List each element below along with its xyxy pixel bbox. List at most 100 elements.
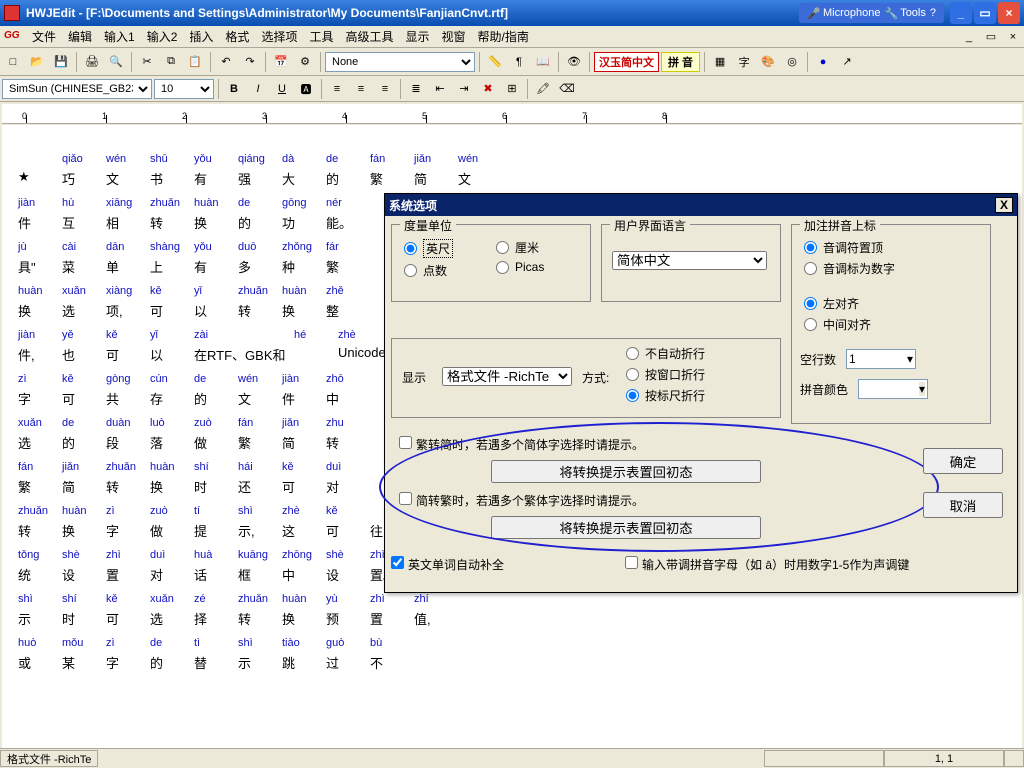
reset-table1-button[interactable]: 将转换提示表置回初态 (491, 460, 761, 483)
save-icon[interactable]: 💾 (50, 51, 72, 73)
radio-align-left[interactable] (804, 297, 817, 310)
doc-cell[interactable]: duì对 (326, 461, 370, 505)
doc-cell[interactable]: fán繁 (18, 461, 62, 505)
italic-icon[interactable]: I (247, 78, 269, 100)
check-fan-to-jian[interactable] (399, 436, 412, 449)
tools-icon[interactable]: 🔧 Tools (884, 7, 925, 20)
menu-选择项[interactable]: 选择项 (255, 27, 303, 47)
undo-icon[interactable]: ↶ (215, 51, 237, 73)
menu-插入[interactable]: 插入 (183, 27, 219, 47)
doc-cell[interactable]: zuò做 (150, 505, 194, 549)
doc-cell[interactable]: huà话 (194, 549, 238, 593)
doc-cell[interactable]: zhuǎn转 (238, 285, 282, 329)
doc-cell[interactable]: zhuǎn转 (18, 505, 62, 549)
menu-显示[interactable]: 显示 (399, 27, 435, 47)
cancel-button[interactable]: 取消 (923, 492, 1003, 518)
radio-align-center[interactable] (804, 318, 817, 331)
doc-cell[interactable]: yǐ以 (150, 329, 194, 373)
doc-cell[interactable]: huàn换 (282, 593, 326, 637)
reset-table2-button[interactable]: 将转换提示表置回初态 (491, 516, 761, 539)
grid-icon[interactable]: ▦ (709, 51, 731, 73)
doc-cell[interactable]: kě可 (62, 373, 106, 417)
doc-cell[interactable]: de的 (150, 637, 194, 681)
radio-pt[interactable] (404, 264, 417, 277)
radio-tone-num[interactable] (804, 262, 817, 275)
doc-cell[interactable]: xuǎn选 (150, 593, 194, 637)
align-left-icon[interactable]: ≡ (326, 78, 348, 100)
doc-cell[interactable]: huàn换 (62, 505, 106, 549)
menu-帮助/指南[interactable]: 帮助/指南 (472, 27, 535, 47)
doc-cell[interactable]: tì替 (194, 637, 238, 681)
doc-cell[interactable]: tiào跳 (282, 637, 326, 681)
circle-icon[interactable]: ● (812, 51, 834, 73)
display-select[interactable]: 格式文件 -RichTe (442, 367, 572, 386)
doc-cell[interactable]: de的 (238, 197, 282, 241)
dialog-titlebar[interactable]: 系统选项 X (385, 194, 1017, 216)
doc-cell[interactable]: zhì置 (106, 549, 150, 593)
doc-cell[interactable]: yě也 (62, 329, 106, 373)
color-icon[interactable]: 🎨 (757, 51, 779, 73)
menu-编辑[interactable]: 编辑 (62, 27, 98, 47)
ok-button[interactable]: 确定 (923, 448, 1003, 474)
doc-cell[interactable]: shí时 (194, 461, 238, 505)
cut-icon[interactable]: ✂ (136, 51, 158, 73)
date-icon[interactable]: 📅 (270, 51, 292, 73)
doc-cell[interactable]: guò过 (326, 637, 370, 681)
pointer-icon[interactable]: ↗ (836, 51, 858, 73)
doc-cell[interactable]: zhí值, (414, 593, 458, 637)
highlight-icon[interactable]: 🖍 (532, 78, 554, 100)
doc-cell[interactable]: fár繁 (326, 241, 370, 285)
doc-cell[interactable]: zhè这 (282, 505, 326, 549)
doc-cell[interactable]: zhōng中 (282, 549, 326, 593)
open-icon[interactable]: 📂 (26, 51, 48, 73)
doc-cell[interactable]: xuǎn选 (18, 417, 62, 461)
doc-cell[interactable]: huò或 (18, 637, 62, 681)
doc-cell[interactable]: ★ (18, 153, 62, 197)
align-center-icon[interactable]: ≡ (350, 78, 372, 100)
radio-nowrap[interactable] (626, 347, 639, 360)
print-icon[interactable]: 🖨 (81, 51, 103, 73)
help-icon[interactable]: ? (930, 7, 936, 19)
doc-cell[interactable]: zhu转 (326, 417, 370, 461)
menu-工具[interactable]: 工具 (303, 27, 339, 47)
check-eng-auto[interactable] (391, 556, 404, 569)
doc-cell[interactable]: kě可 (282, 461, 326, 505)
doc-cell[interactable]: kě可 (326, 505, 370, 549)
doc-cell[interactable]: shí时 (62, 593, 106, 637)
hanzi-mode-button[interactable]: 汉玉简中文 (594, 52, 659, 72)
doc-cell[interactable]: zài在RTF、GBK和 (194, 329, 294, 373)
doc-cell[interactable]: fán繁 (370, 153, 414, 197)
language-bar[interactable]: 🎤 Microphone 🔧 Tools ? (799, 3, 944, 23)
merge-icon[interactable]: ⊞ (501, 78, 523, 100)
menu-高级工具[interactable]: 高级工具 (339, 27, 399, 47)
doc-cell[interactable]: cún存 (150, 373, 194, 417)
radio-rulerwrap[interactable] (626, 389, 639, 402)
doc-cell[interactable]: tǒng统 (18, 549, 62, 593)
doc-cell[interactable]: yù预 (326, 593, 370, 637)
char-icon[interactable]: 字 (733, 51, 755, 73)
doc-cell[interactable]: qiǎo巧 (62, 153, 106, 197)
menu-输入1[interactable]: 输入1 (98, 27, 141, 47)
doc-cell[interactable]: jiǎn简 (62, 461, 106, 505)
book-icon[interactable]: 📖 (532, 51, 554, 73)
ruler-icon[interactable]: 📏 (484, 51, 506, 73)
radio-inch[interactable] (404, 242, 417, 255)
pinyin-color-select[interactable]: ▾ (858, 379, 928, 399)
redo-icon[interactable]: ↷ (239, 51, 261, 73)
ruler[interactable]: 012345678 (2, 104, 1022, 124)
doc-cell[interactable]: zì字 (106, 637, 150, 681)
doc-cell[interactable]: dān单 (106, 241, 150, 285)
delete-icon[interactable]: ✖ (477, 78, 499, 100)
blank-lines-spinner[interactable]: 1▾ (846, 349, 916, 369)
menu-输入2[interactable]: 输入2 (141, 27, 184, 47)
doc-cell[interactable]: zhuǎn转 (106, 461, 150, 505)
doc-cell[interactable]: wén文 (238, 373, 282, 417)
close-button[interactable]: × (998, 2, 1020, 24)
doc-cell[interactable]: shì示 (18, 593, 62, 637)
font-select[interactable]: SimSun (CHINESE_GB2312) (2, 79, 152, 99)
bold-icon[interactable]: B (223, 78, 245, 100)
doc-cell[interactable]: huàn换 (18, 285, 62, 329)
find-icon[interactable]: 👁 (563, 51, 585, 73)
doc-cell[interactable]: jiàn件, (18, 329, 62, 373)
doc-cell[interactable]: fán繁 (238, 417, 282, 461)
